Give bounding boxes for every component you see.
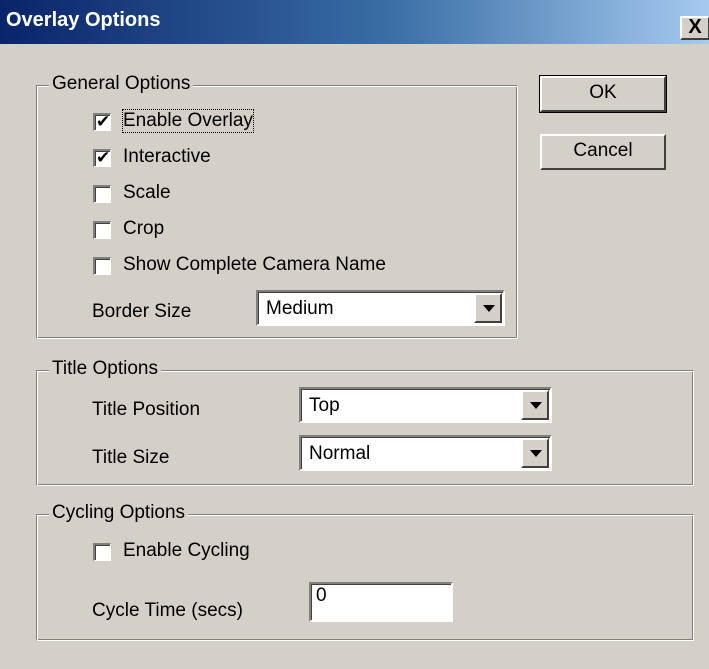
dropdown-button[interactable] (521, 390, 549, 420)
enable-cycling-label: Enable Cycling (123, 540, 250, 561)
interactive-label: Interactive (123, 146, 211, 167)
cycle-time-value: 0 (316, 585, 327, 606)
border-size-select[interactable]: Medium (256, 290, 505, 326)
title-position-value: Top (309, 395, 340, 416)
show-complete-camera-name-checkbox[interactable]: Show Complete Camera Name (93, 254, 453, 278)
dropdown-button[interactable] (521, 438, 549, 468)
crop-checkbox[interactable]: Crop (93, 218, 393, 242)
chevron-down-icon (530, 450, 542, 457)
checkbox-box (93, 185, 111, 203)
checkmark-icon: ✔ (96, 112, 111, 131)
title-options-group: Title Options Title Position Top Title S… (36, 358, 694, 486)
cycle-time-input[interactable]: 0 (309, 582, 453, 622)
close-button[interactable]: X (680, 16, 709, 40)
title-position-select[interactable]: Top (299, 387, 552, 423)
enable-overlay-label: Enable Overlay (122, 109, 254, 133)
window-title: Overlay Options (6, 9, 161, 31)
show-complete-camera-name-label: Show Complete Camera Name (123, 254, 386, 275)
overlay-options-dialog: Overlay Options X General Options ✔ Enab… (0, 0, 709, 669)
general-options-legend: General Options (49, 73, 194, 95)
dropdown-button[interactable] (474, 293, 502, 323)
border-size-label: Border Size (92, 301, 192, 322)
scale-checkbox[interactable]: Scale (93, 182, 393, 206)
general-options-group: General Options ✔ Enable Overlay ✔ Inter… (36, 73, 518, 339)
checkbox-box: ✔ (93, 112, 111, 131)
enable-overlay-checkbox[interactable]: ✔ Enable Overlay (93, 109, 393, 134)
chevron-down-icon (483, 305, 495, 312)
enable-cycling-checkbox[interactable]: Enable Cycling (93, 540, 393, 564)
cancel-button[interactable]: Cancel (540, 134, 666, 170)
cycle-time-label: Cycle Time (secs) (92, 600, 243, 621)
scale-label: Scale (123, 182, 171, 203)
crop-label: Crop (123, 218, 165, 239)
chevron-down-icon (530, 402, 542, 409)
title-size-select[interactable]: Normal (299, 435, 552, 471)
close-icon: X (688, 16, 702, 38)
ok-button[interactable]: OK (539, 75, 667, 113)
title-options-legend: Title Options (49, 358, 161, 380)
cycling-options-legend: Cycling Options (49, 502, 189, 524)
interactive-checkbox[interactable]: ✔ Interactive (93, 146, 393, 170)
checkbox-box (93, 257, 111, 275)
cycling-options-group: Cycling Options Enable Cycling Cycle Tim… (36, 502, 694, 641)
checkbox-box (93, 543, 111, 561)
title-size-value: Normal (309, 443, 371, 464)
checkmark-icon: ✔ (96, 148, 111, 167)
checkbox-box: ✔ (93, 148, 111, 167)
border-size-value: Medium (266, 298, 334, 319)
title-bar[interactable]: Overlay Options X (0, 0, 709, 44)
checkbox-box (93, 221, 111, 239)
title-size-label: Title Size (92, 447, 170, 468)
title-position-label: Title Position (92, 399, 201, 420)
